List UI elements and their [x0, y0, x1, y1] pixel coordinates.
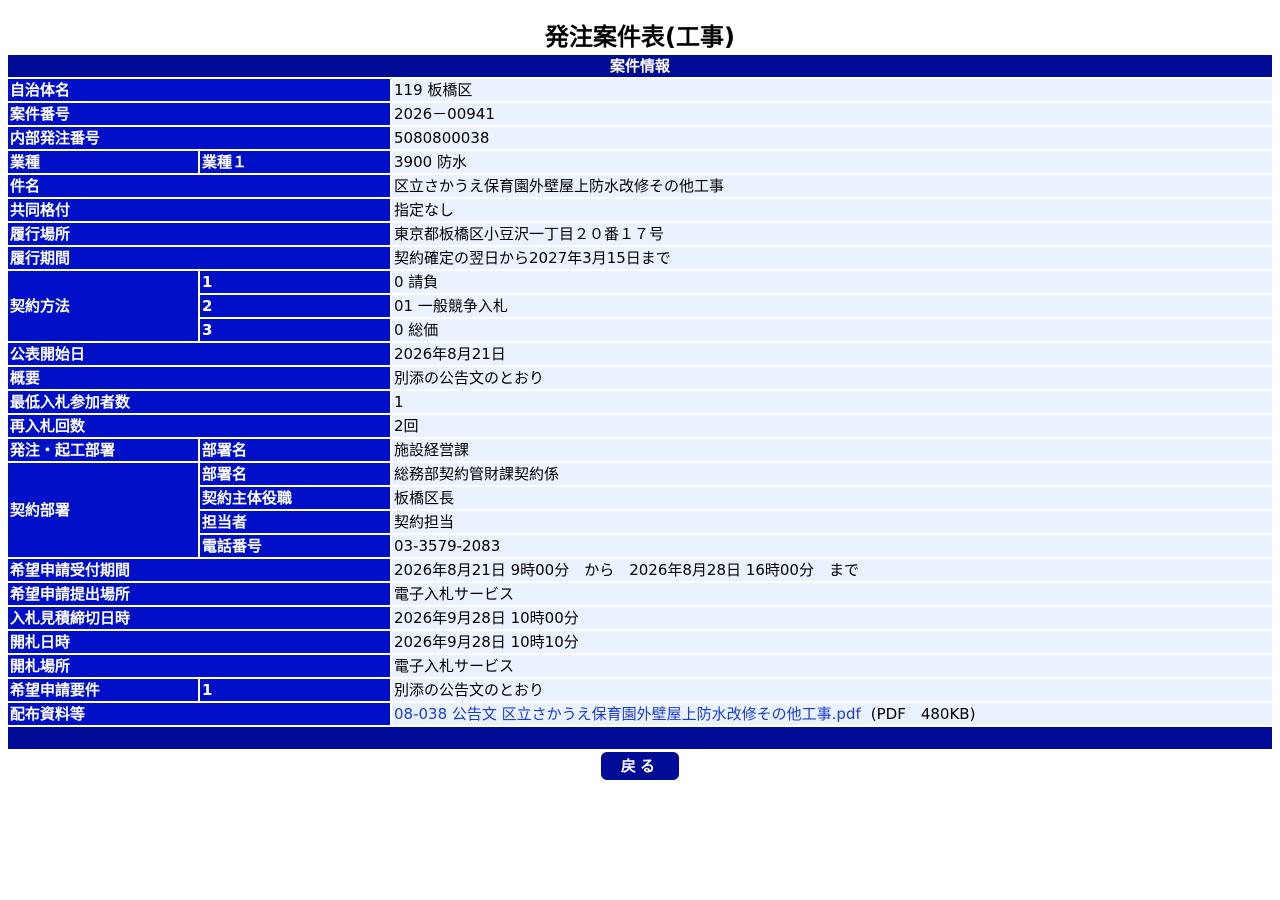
row-label-opening-datetime: 開札日時	[7, 630, 391, 654]
row-sublabel-contract-phone: 電話番号	[199, 534, 391, 558]
row-label-application-requirements: 希望申請要件	[7, 678, 199, 702]
row-value-summary: 別添の公告文のとおり	[391, 366, 1273, 390]
row-value-contract-principal: 板橋区長	[391, 486, 1273, 510]
row-value-min-bidders: 1	[391, 390, 1273, 414]
row-label-period: 履行期間	[7, 246, 391, 270]
table-row: 履行期間 契約確定の翌日から2027年3月15日まで	[7, 246, 1273, 270]
row-sublabel-contract-dept-name: 部署名	[199, 462, 391, 486]
table-row: 概要 別添の公告文のとおり	[7, 366, 1273, 390]
table-row: 公表開始日 2026年8月21日	[7, 342, 1273, 366]
row-value-application-period: 2026年8月21日 9時00分 から 2026年8月28日 16時00分 まで	[391, 558, 1273, 582]
row-value-contract-method-3: 0 総価	[391, 318, 1273, 342]
row-label-subject: 件名	[7, 174, 391, 198]
row-value-contract-person: 契約担当	[391, 510, 1273, 534]
footer-bar	[7, 726, 1273, 750]
row-value-period: 契約確定の翌日から2027年3月15日まで	[391, 246, 1273, 270]
row-value-rebid-count: 2回	[391, 414, 1273, 438]
row-label-case-no: 案件番号	[7, 102, 391, 126]
row-value-municipality: 119 板橋区	[391, 78, 1273, 102]
row-label-municipality: 自治体名	[7, 78, 391, 102]
row-value-ordering-dept: 施設経営課	[391, 438, 1273, 462]
row-label-contract-dept: 契約部署	[7, 462, 199, 558]
row-sublabel-contract-principal: 契約主体役職	[199, 486, 391, 510]
row-value-documents: 08-038 公告文 区立さかうえ保育園外壁屋上防水改修その他工事.pdf (PD…	[391, 702, 1273, 726]
table-row: 業種 業種１ 3900 防水	[7, 150, 1273, 174]
row-sublabel-contract-method-3: 3	[199, 318, 391, 342]
row-label-joint-rating: 共同格付	[7, 198, 391, 222]
row-label-industry: 業種	[7, 150, 199, 174]
row-label-rebid-count: 再入札回数	[7, 414, 391, 438]
row-sublabel-contract-person: 担当者	[199, 510, 391, 534]
document-file-info: (PDF 480KB)	[870, 705, 976, 723]
row-value-publish-date: 2026年8月21日	[391, 342, 1273, 366]
table-row: 発注・起工部署 部署名 施設経営課	[7, 438, 1273, 462]
section-header: 案件情報	[7, 54, 1273, 78]
row-value-contract-dept-name: 総務部契約管財課契約係	[391, 462, 1273, 486]
row-label-documents: 配布資料等	[7, 702, 391, 726]
row-value-internal-no: 5080800038	[391, 126, 1273, 150]
row-value-industry: 3900 防水	[391, 150, 1273, 174]
row-value-case-no: 2026－00941	[391, 102, 1273, 126]
document-pdf-link[interactable]: 08-038 公告文 区立さかうえ保育園外壁屋上防水改修その他工事.pdf	[394, 705, 861, 723]
table-row: 内部発注番号 5080800038	[7, 126, 1273, 150]
row-sublabel-contract-method-1: 1	[199, 270, 391, 294]
table-row: 希望申請提出場所 電子入札サービス	[7, 582, 1273, 606]
table-row: 自治体名 119 板橋区	[7, 78, 1273, 102]
row-value-contract-phone: 03-3579-2083	[391, 534, 1273, 558]
row-value-location: 東京都板橋区小豆沢一丁目２０番１７号	[391, 222, 1273, 246]
table-row: 契約方法 1 0 請負	[7, 270, 1273, 342]
row-sublabel-ordering-dept: 部署名	[199, 438, 391, 462]
row-label-ordering-dept: 発注・起工部署	[7, 438, 199, 462]
row-value-application-place: 電子入札サービス	[391, 582, 1273, 606]
row-label-bid-deadline: 入札見積締切日時	[7, 606, 391, 630]
table-row: 履行場所 東京都板橋区小豆沢一丁目２０番１７号	[7, 222, 1273, 246]
row-label-application-period: 希望申請受付期間	[7, 558, 391, 582]
row-label-publish-date: 公表開始日	[7, 342, 391, 366]
row-value-opening-datetime: 2026年9月28日 10時10分	[391, 630, 1273, 654]
table-row: 最低入札参加者数 1	[7, 390, 1273, 414]
row-label-summary: 概要	[7, 366, 391, 390]
table-row: 件名 区立さかうえ保育園外壁屋上防水改修その他工事	[7, 174, 1273, 198]
row-label-contract-method: 契約方法	[7, 270, 199, 342]
row-value-contract-method-1: 0 請負	[391, 270, 1273, 294]
row-value-bid-deadline: 2026年9月28日 10時00分	[391, 606, 1273, 630]
table-row: 再入札回数 2回	[7, 414, 1273, 438]
case-info-table: 案件情報 自治体名 119 板橋区 案件番号 2026－00941 内部発注番号…	[7, 54, 1273, 750]
table-row: 共同格付 指定なし	[7, 198, 1273, 222]
row-value-contract-method-2: 01 一般競争入札	[391, 294, 1273, 318]
row-label-min-bidders: 最低入札参加者数	[7, 390, 391, 414]
table-row: 契約部署 部署名 総務部契約管財課契約係	[7, 462, 1273, 558]
row-sublabel-industry: 業種１	[199, 150, 391, 174]
row-sublabel-contract-method-2: 2	[199, 294, 391, 318]
table-row: 入札見積締切日時 2026年9月28日 10時00分	[7, 606, 1273, 630]
table-row: 希望申請要件 1 別添の公告文のとおり	[7, 678, 1273, 702]
row-label-opening-place: 開札場所	[7, 654, 391, 678]
row-label-location: 履行場所	[7, 222, 391, 246]
table-row: 案件番号 2026－00941	[7, 102, 1273, 126]
table-row: 希望申請受付期間 2026年8月21日 9時00分 から 2026年8月28日 …	[7, 558, 1273, 582]
page-title: 発注案件表(工事)	[545, 23, 735, 51]
row-label-internal-no: 内部発注番号	[7, 126, 391, 150]
table-row: 配布資料等 08-038 公告文 区立さかうえ保育園外壁屋上防水改修その他工事.…	[7, 702, 1273, 726]
row-value-subject: 区立さかうえ保育園外壁屋上防水改修その他工事	[391, 174, 1273, 198]
row-value-opening-place: 電子入札サービス	[391, 654, 1273, 678]
table-row: 開札場所 電子入札サービス	[7, 654, 1273, 678]
back-button[interactable]: 戻る	[601, 752, 679, 780]
button-area: 戻る	[0, 752, 1280, 780]
row-value-application-requirements: 別添の公告文のとおり	[391, 678, 1273, 702]
row-sublabel-application-requirements: 1	[199, 678, 391, 702]
table-row: 開札日時 2026年9月28日 10時10分	[7, 630, 1273, 654]
row-value-joint-rating: 指定なし	[391, 198, 1273, 222]
row-label-application-place: 希望申請提出場所	[7, 582, 391, 606]
